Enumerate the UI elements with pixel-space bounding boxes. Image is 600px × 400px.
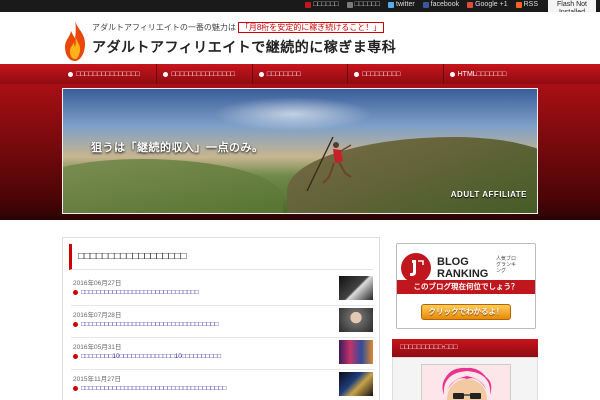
bullet-icon <box>73 386 78 391</box>
post-date: 2016年07月28日 <box>73 312 122 319</box>
tagline-text: アダルトアフィリエイトの一番の魅力は <box>92 23 236 32</box>
bullet-icon <box>258 71 264 77</box>
hero-banner: 狙うは「継続的収入」一点のみ。 ADULT AFFILIATE <box>62 88 538 214</box>
bullet-icon <box>68 71 73 77</box>
ranking-logo-icon <box>401 253 431 283</box>
post-date: 2016年05月31日 <box>73 344 122 351</box>
list-item: 2016年06月27日 □□□□□□□□□□□□□□□□□□□□□□□□□□□□… <box>71 274 375 306</box>
hero-brand-text: ADULT AFFILIATE <box>450 190 527 199</box>
site-title[interactable]: アダルトアフィリエイトで継続的に稼ぎま専科 <box>92 37 396 57</box>
facebook-link[interactable]: facebook <box>422 1 459 8</box>
nav-item-1[interactable]: □□□□□□□□□□□□□□□ <box>62 64 158 84</box>
bullet-icon <box>354 71 360 77</box>
list-item: 2015年11月27日 □□□□□□□□□□□□□□□□□□□□□□□□□□□□… <box>71 370 375 400</box>
section-title: □□□□□□□□□□□□□□□□□□ <box>69 244 373 270</box>
flame-logo-icon[interactable] <box>62 20 88 62</box>
recent-posts-panel: □□□□□□□□□□□□□□□□□□ 2016年06月27日 □□□□□□□□□… <box>62 237 380 400</box>
post-link[interactable]: □□□□□□□□□□□□□□□□□□□□□□□□□□□□□□ <box>73 289 199 296</box>
tagline-highlight: 「月8桁を安定的に稼ぎ続けること！」 <box>237 22 385 33</box>
avatar <box>421 364 511 400</box>
rss-link[interactable]: RSS <box>515 1 538 8</box>
nav-item-4[interactable]: □□□□□□□□□ <box>348 64 444 84</box>
post-link[interactable]: □□□□□□□□□□□□□□□□□□□□□□□□□□□□□□□□□□□□□ <box>73 385 226 392</box>
ranking-click-button[interactable]: クリックでわかるよ！ <box>421 304 511 320</box>
twitter-icon <box>388 1 394 8</box>
post-thumbnail[interactable] <box>339 340 373 364</box>
list-item: 2016年05月31日 □□□□□□□□10□□□□□□□□□□□□□□10□□… <box>71 338 375 370</box>
twitter-link[interactable]: twitter <box>388 1 415 8</box>
bullet-icon <box>163 71 169 77</box>
square-icon <box>305 1 312 8</box>
post-date: 2015年11月27日 <box>73 376 121 383</box>
facebook-icon <box>422 1 429 8</box>
runner-figure-icon <box>306 136 352 192</box>
bullet-icon <box>449 71 455 77</box>
site-header: アダルトアフィリエイトの一番の魅力は 「月8桁を安定的に稼ぎ続けること！」 アダル… <box>0 12 600 64</box>
nav-item-2[interactable]: □□□□□□□□□□□□□□□ <box>157 64 253 84</box>
bullet-icon <box>73 354 78 359</box>
top-link-2[interactable]: □□□□□□ <box>346 1 380 8</box>
list-item: 2016年07月28日 □□□□□□□□□□□□□□□□□□□□□□□□□□□□… <box>71 306 375 338</box>
google-plus-icon <box>467 1 474 8</box>
top-bar: □□□□□□ □□□□□□ twitter facebook Google +1… <box>0 0 600 12</box>
ranking-subtitle: 人気ブログランキング <box>496 256 517 274</box>
nav-item-3[interactable]: □□□□□□□□ <box>253 64 349 84</box>
blog-ranking-banner[interactable]: BLOG RANKING 人気ブログランキング このブログ現在何位でしょう？ ク… <box>396 243 536 329</box>
profile-heading: □□□□□□□□□□-□□□ <box>392 339 538 357</box>
hero-headline: 狙うは「継続的収入」一点のみ。 <box>91 142 264 154</box>
bullet-icon <box>73 322 78 327</box>
main-nav: □□□□□□□□□□□□□□□ □□□□□□□□□□□□□□□ □□□□□□□□… <box>0 64 600 84</box>
nav-item-html[interactable]: HTML□□□□□□□ <box>444 64 538 84</box>
top-link-1[interactable]: □□□□□□ <box>305 1 339 8</box>
post-thumbnail[interactable] <box>339 276 373 300</box>
bullet-icon <box>73 290 78 295</box>
post-link[interactable]: □□□□□□□□10□□□□□□□□□□□□□□10□□□□□□□□□□ <box>73 353 221 360</box>
google-plus-link[interactable]: Google +1 <box>467 1 508 8</box>
ranking-title: BLOG RANKING <box>437 256 489 280</box>
square-icon <box>346 1 353 8</box>
site-tagline: アダルトアフィリエイトの一番の魅力は 「月8桁を安定的に稼ぎ続けること！」 <box>92 22 385 33</box>
social-links: □□□□□□ □□□□□□ twitter facebook Google +1… <box>305 1 538 8</box>
ranking-question: このブログ現在何位でしょう？ <box>397 280 535 294</box>
sidebar: BLOG RANKING 人気ブログランキング このブログ現在何位でしょう？ ク… <box>392 237 538 400</box>
profile-box <box>392 357 538 400</box>
post-link[interactable]: □□□□□□□□□□□□□□□□□□□□□□□□□□□□□□□□□□□ <box>73 321 218 328</box>
rss-icon <box>515 1 522 8</box>
post-date: 2016年06月27日 <box>73 280 122 287</box>
post-thumbnail[interactable] <box>339 308 373 332</box>
post-thumbnail[interactable] <box>339 372 373 396</box>
